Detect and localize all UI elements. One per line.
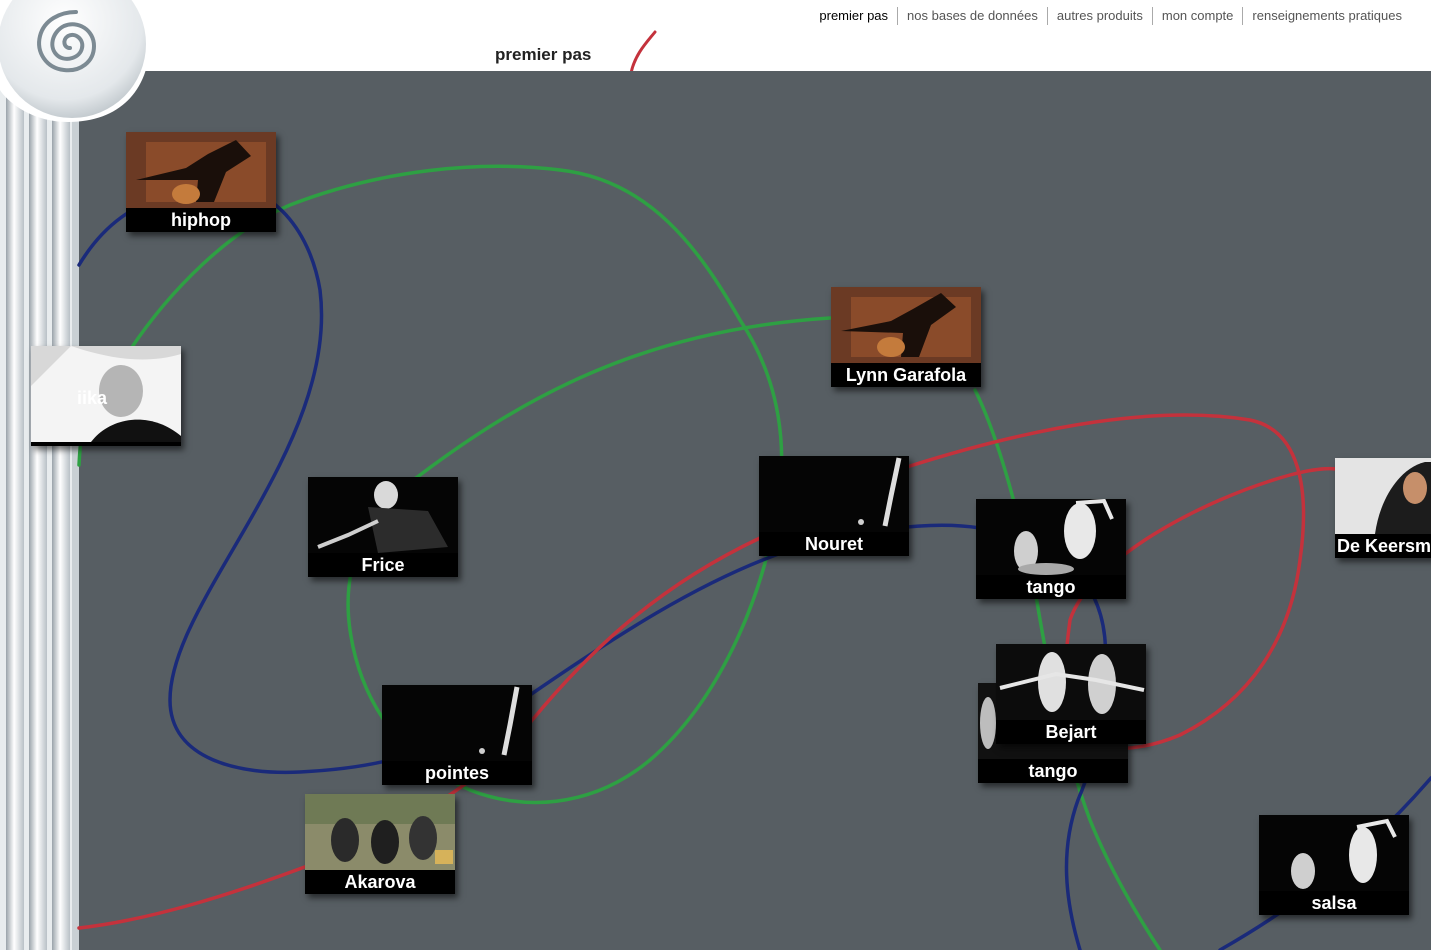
node-pointes[interactable]: pointes xyxy=(382,685,532,785)
node-label: Akarova xyxy=(305,870,455,894)
node-label: hiphop xyxy=(126,208,276,232)
bw-portrait-thumbnail xyxy=(1335,458,1431,534)
couple-dancing-thumbnail xyxy=(1259,815,1409,891)
node-label: salsa xyxy=(1259,891,1409,915)
ballet-pointe-thumbnail xyxy=(382,685,532,761)
node-lynn-garafola[interactable]: Lynn Garafola xyxy=(831,287,981,387)
outdoor-group-thumbnail xyxy=(305,794,455,870)
node-label: pointes xyxy=(382,761,532,785)
node-bejart[interactable]: Bejart xyxy=(996,644,1146,744)
dancer-orange-thumbnail xyxy=(126,132,276,208)
node-label: tango xyxy=(978,759,1128,783)
node-label: Lynn Garafola xyxy=(831,363,981,387)
node-label: tango xyxy=(976,575,1126,599)
node-label: Nouret xyxy=(759,532,909,556)
node-frice[interactable]: Frice xyxy=(308,477,458,577)
node-nouret[interactable]: Nouret xyxy=(759,456,909,556)
node-de-keersm[interactable]: De Keersm xyxy=(1335,458,1431,558)
link-red-akarova-dekeersm xyxy=(77,413,1347,930)
couple-dancing-thumbnail xyxy=(996,644,1146,720)
node-iika[interactable]: iika xyxy=(31,346,181,446)
node-label: iika xyxy=(77,388,108,408)
node-hiphop[interactable]: hiphop xyxy=(126,132,276,232)
node-label: De Keersm xyxy=(1335,534,1431,558)
node-akarova[interactable]: Akarova xyxy=(305,794,455,894)
node-salsa[interactable]: salsa xyxy=(1259,815,1409,915)
node-label: Bejart xyxy=(996,720,1146,744)
ballet-pointe-thumbnail xyxy=(759,456,909,532)
couple-dancing-thumbnail xyxy=(976,499,1126,575)
node-tango[interactable]: tango xyxy=(976,499,1126,599)
dancer-orange-thumbnail xyxy=(831,287,981,363)
bw-performer-thumbnail xyxy=(308,477,458,553)
node-label: Frice xyxy=(308,553,458,577)
